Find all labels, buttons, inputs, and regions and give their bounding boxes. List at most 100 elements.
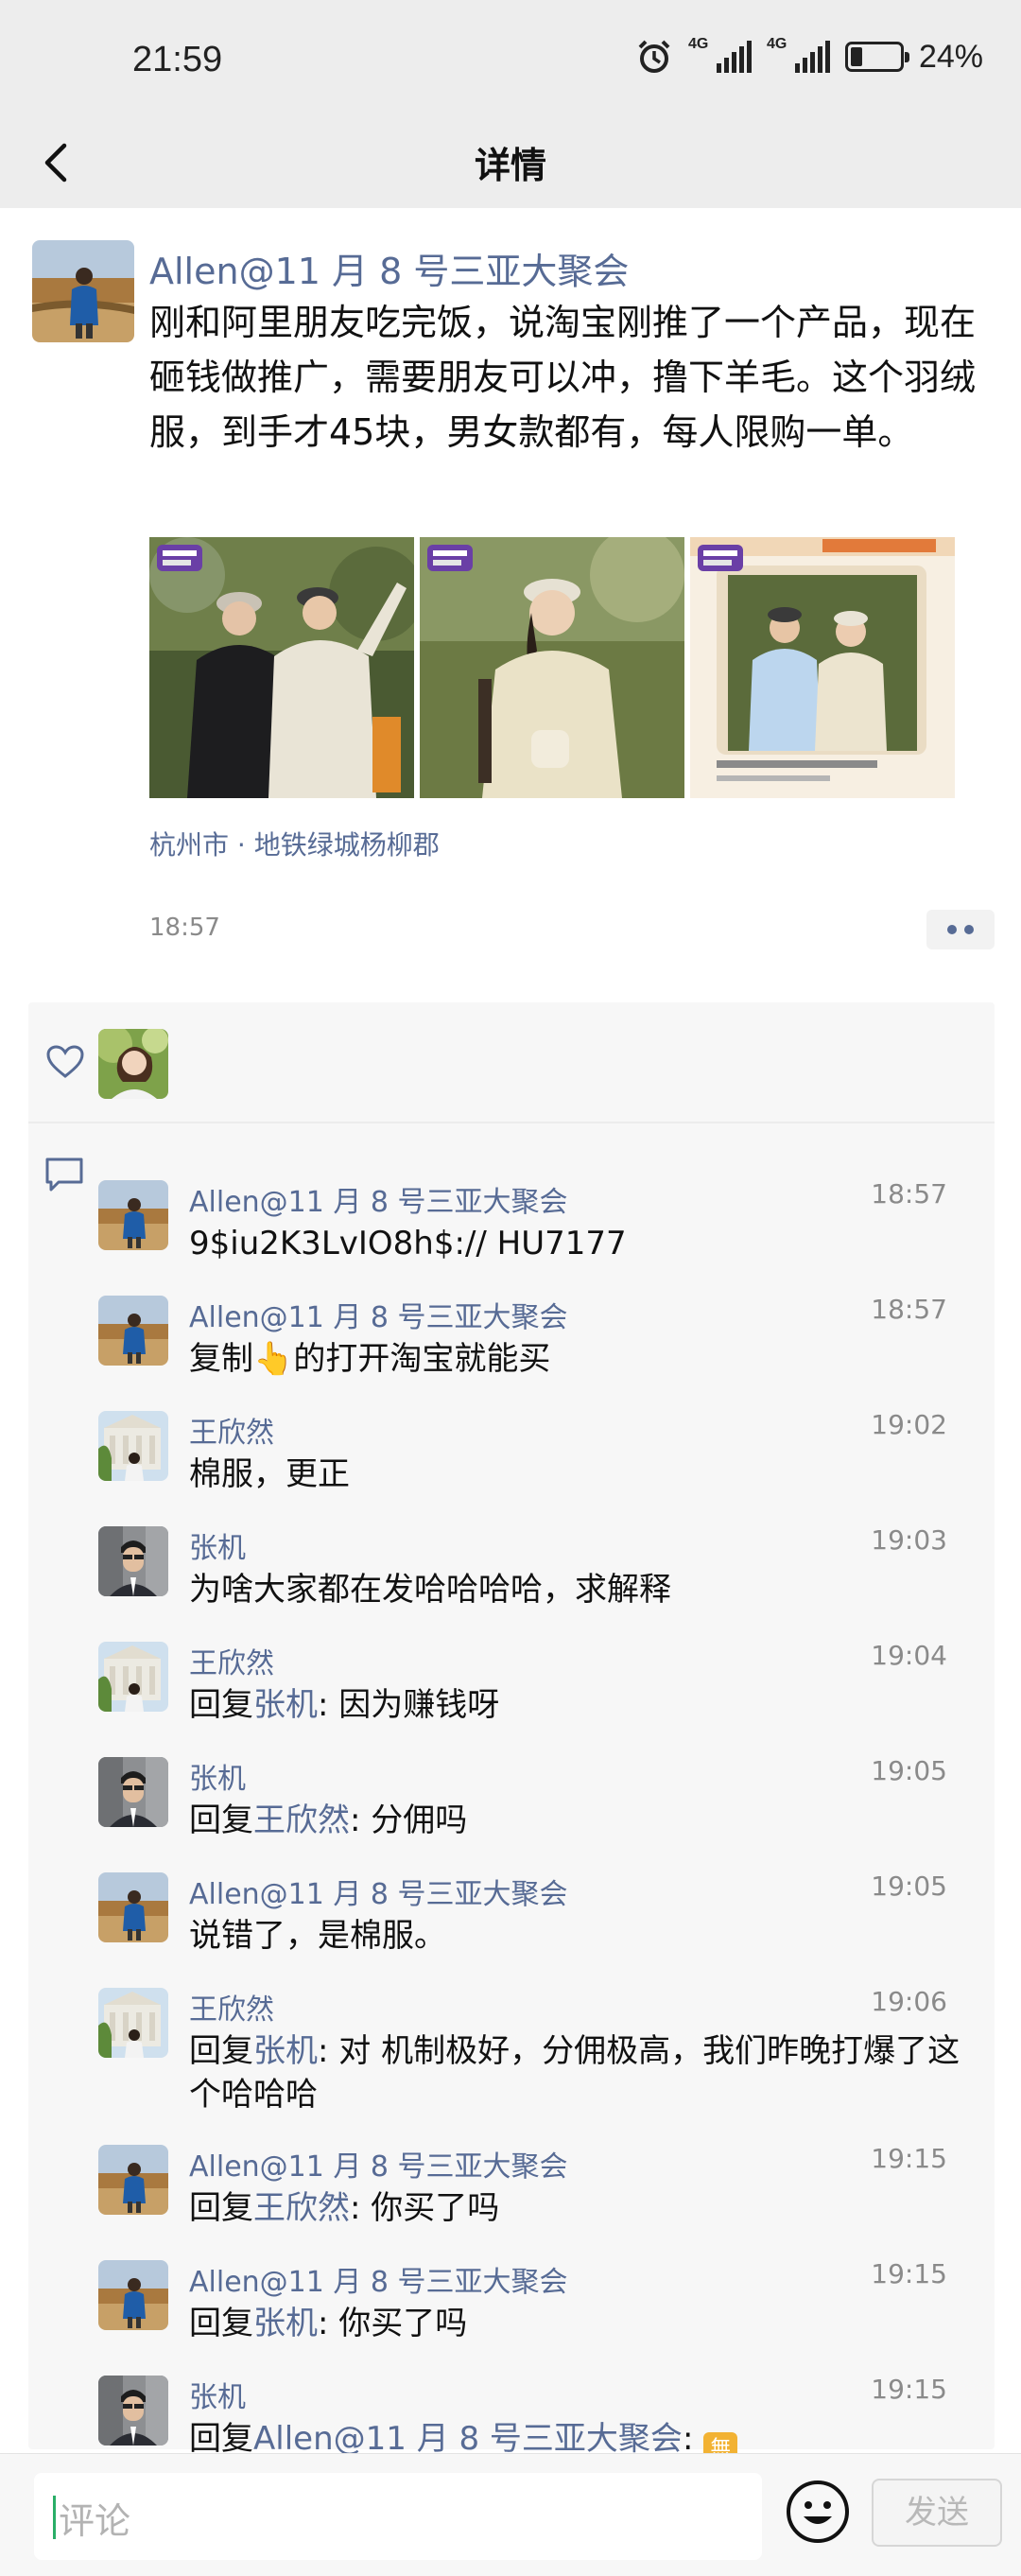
post-time: 18:57	[149, 914, 220, 942]
commenter-avatar[interactable]	[98, 2376, 168, 2445]
reply-target-name[interactable]: 王欣然	[253, 1801, 350, 1839]
commenter-name[interactable]: 张机	[189, 2374, 246, 2415]
status-icons: 4G 4G 24%	[635, 37, 983, 76]
reply-prefix: 回复	[189, 1801, 253, 1839]
commenter-avatar[interactable]	[98, 1411, 168, 1481]
comment-text: 为啥大家都在发哈哈哈哈，求解释	[189, 1568, 964, 1611]
comment-text: 回复王欣然: 你买了吗	[189, 2186, 964, 2230]
header: 详情	[0, 123, 1021, 208]
commenter-name[interactable]: 王欣然	[189, 1409, 274, 1451]
commenter-name[interactable]: Allen@11 月 8 号三亚大聚会	[189, 1294, 568, 1335]
status-bar: 21:59 4G 4G 24%	[0, 0, 1021, 123]
comment-text: 棉服，更正	[189, 1453, 964, 1496]
alarm-icon	[638, 40, 670, 73]
more-options-button[interactable]	[926, 910, 995, 949]
comment-body: : 分佣吗	[350, 1801, 468, 1839]
post-location[interactable]: 杭州市 · 地铁绿城杨柳郡	[149, 825, 440, 862]
comment-time: 19:15	[871, 2258, 947, 2289]
comment-body: 说错了，是棉服。	[189, 1917, 446, 1955]
post-photo[interactable]	[690, 537, 955, 798]
reply-prefix: 回复	[189, 2420, 253, 2458]
comment-time: 19:05	[871, 1871, 947, 1902]
commenter-avatar[interactable]	[98, 1642, 168, 1712]
emoji-icon[interactable]	[785, 2479, 851, 2545]
comment-time: 18:57	[871, 1294, 947, 1325]
comment-time: 19:05	[871, 1755, 947, 1786]
reply-prefix: 回复	[189, 1686, 253, 1724]
comment-text: 回复张机: 你买了吗	[189, 2302, 964, 2345]
comment-placeholder: 评论	[59, 2500, 131, 2542]
comment-time: 19:02	[871, 1409, 947, 1440]
comment-text: 回复王欣然: 分佣吗	[189, 1799, 964, 1842]
comment-time: 19:15	[871, 2374, 947, 2405]
battery-icon	[844, 42, 909, 72]
reply-target-name[interactable]: 张机	[253, 2032, 318, 2070]
comment-time: 19:15	[871, 2143, 947, 2174]
commenter-avatar[interactable]	[98, 1872, 168, 1942]
signal-icon: 4G	[767, 37, 830, 73]
page-title: 详情	[474, 145, 546, 186]
dot-icon	[947, 925, 957, 934]
commenter-name[interactable]: Allen@11 月 8 号三亚大聚会	[189, 1178, 568, 1220]
comment-text: 复制👆的打开淘宝就能买	[189, 1337, 964, 1381]
reply-prefix: 回复	[189, 2305, 253, 2342]
moment-post: Allen@11 月 8 号三亚大聚会 刚和阿里朋友吃完饭，说淘宝刚推了一个产品…	[0, 208, 1021, 2466]
comment-text: 9$iu2K3LvIO8h$:// HU7177	[189, 1222, 964, 1265]
reply-prefix: 回复	[189, 2032, 253, 2070]
commenter-avatar[interactable]	[98, 1757, 168, 1827]
reply-target-name[interactable]: 张机	[253, 1686, 318, 1724]
network-type-label: 4G	[687, 36, 709, 52]
commenter-avatar[interactable]	[98, 2145, 168, 2215]
comment-input[interactable]: 评论	[34, 2473, 762, 2560]
comment-body: : 因为赚钱呀	[318, 1686, 500, 1724]
commenter-name[interactable]: 王欣然	[189, 1986, 274, 2028]
author-avatar[interactable]	[32, 240, 134, 342]
comment-body: : 你买了吗	[318, 2305, 468, 2342]
divider	[28, 1122, 995, 1123]
commenter-avatar[interactable]	[98, 1180, 168, 1250]
dot-icon	[964, 925, 974, 934]
status-time: 21:59	[132, 40, 223, 79]
post-text: 刚和阿里朋友吃完饭，说淘宝刚推了一个产品，现在砸钱做推广，需要朋友可以冲，撸下羊…	[149, 302, 977, 453]
reply-target-name[interactable]: Allen@11 月 8 号三亚大聚会	[253, 2420, 683, 2458]
reply-prefix: 回复	[189, 2189, 253, 2227]
comment-text: 回复张机: 对 机制极好，分佣极高，我们昨晚打爆了这个哈哈哈	[189, 2029, 964, 2116]
comment-body: : 你买了吗	[350, 2189, 500, 2227]
commenter-name[interactable]: 王欣然	[189, 1640, 274, 1681]
comment-input-bar: 评论 发送	[0, 2453, 1021, 2576]
comment-time: 19:06	[871, 1986, 947, 2017]
comment-text: 说错了，是棉服。	[189, 1914, 964, 1958]
likes-row	[28, 1002, 995, 1123]
commenter-name[interactable]: Allen@11 月 8 号三亚大聚会	[189, 2143, 568, 2184]
post-author-name[interactable]: Allen@11 月 8 号三亚大聚会	[149, 242, 629, 294]
comment-body: 复制👆的打开淘宝就能买	[189, 1340, 551, 1378]
reply-target-name[interactable]: 张机	[253, 2305, 318, 2342]
commenter-name[interactable]: 张机	[189, 1524, 246, 1566]
text-caret	[53, 2496, 56, 2539]
network-type-label: 4G	[766, 36, 787, 52]
liker-avatar[interactable]	[98, 1029, 168, 1099]
post-photo[interactable]	[149, 537, 414, 798]
commenter-avatar[interactable]	[98, 1988, 168, 2058]
signal-icon: 4G	[688, 37, 752, 73]
heart-icon	[46, 1045, 84, 1078]
reply-target-name[interactable]: 王欣然	[253, 2189, 350, 2227]
comment-body: 棉服，更正	[189, 1455, 350, 1493]
comment-text: 回复张机: 因为赚钱呀	[189, 1683, 964, 1727]
post-photo[interactable]	[420, 537, 684, 798]
commenter-name[interactable]: Allen@11 月 8 号三亚大聚会	[189, 1871, 568, 1912]
battery-percent: 24%	[918, 38, 983, 75]
commenter-name[interactable]: 张机	[189, 1755, 246, 1797]
comment-body: 9$iu2K3LvIO8h$:// HU7177	[189, 1225, 627, 1262]
commenter-name[interactable]: Allen@11 月 8 号三亚大聚会	[189, 2258, 568, 2300]
commenter-avatar[interactable]	[98, 2260, 168, 2330]
comment-body: 为啥大家都在发哈哈哈哈，求解释	[189, 1571, 671, 1609]
comment-body: :	[682, 2420, 704, 2458]
comment-time: 19:03	[871, 1524, 947, 1556]
send-button[interactable]: 发送	[872, 2479, 1002, 2547]
commenter-avatar[interactable]	[98, 1296, 168, 1366]
comment-icon	[45, 1157, 83, 1192]
interactions-panel: Allen@11 月 8 号三亚大聚会 18:57 9$iu2K3LvIO8h$:/…	[28, 1002, 995, 2466]
commenter-avatar[interactable]	[98, 1526, 168, 1596]
comment-time: 18:57	[871, 1178, 947, 1210]
